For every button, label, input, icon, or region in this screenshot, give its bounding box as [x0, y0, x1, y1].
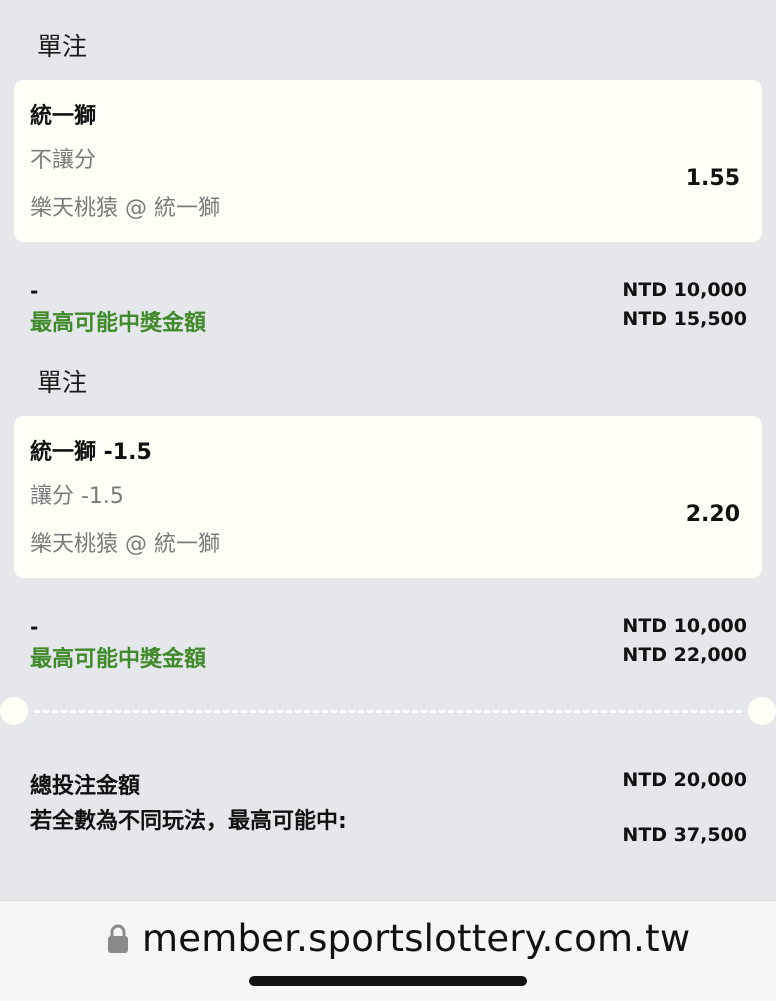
bet-selection-team: 統一獅 — [30, 104, 97, 129]
max-win-label: 最高可能中獎金額 — [30, 647, 207, 672]
ticket-notch-left — [0, 697, 28, 725]
max-possible-win-amount: NTD 37,500 — [622, 824, 747, 846]
bet-market: 不讓分 — [30, 148, 97, 173]
dashed-separator — [34, 710, 742, 713]
max-win-amount: NTD 22,000 — [622, 644, 747, 666]
bet-selection-team: 統一獅 -1.5 — [30, 440, 152, 465]
bet-match: 樂天桃猿 @ 統一獅 — [30, 196, 220, 221]
bet-card[interactable]: 統一獅 不讓分 樂天桃猿 @ 統一獅 1.55 — [14, 80, 762, 242]
bet-market: 讓分 -1.5 — [30, 484, 124, 509]
bet-stake-row: - 最高可能中獎金額 NTD 10,000 NTD 15,500 — [0, 279, 776, 339]
bet-odds: 2.20 — [685, 502, 740, 527]
bet-odds: 1.55 — [685, 166, 740, 191]
url-text[interactable]: member.sportslottery.com.tw — [142, 917, 690, 960]
stake-placeholder: - — [30, 279, 39, 303]
bet-match: 樂天桃猿 @ 統一獅 — [30, 532, 220, 557]
section-title-single-bet: 單注 — [37, 368, 88, 397]
total-stake-label: 總投注金額 — [30, 774, 141, 799]
lock-icon — [108, 924, 128, 953]
ticket-notch-right — [748, 697, 776, 725]
max-possible-win-label: 若全數為不同玩法，最高可能中: — [30, 809, 347, 834]
home-indicator[interactable] — [249, 976, 527, 986]
section-title-single-bet: 單注 — [37, 32, 88, 61]
stake-amount[interactable]: NTD 10,000 — [622, 279, 747, 301]
ticket-divider — [0, 696, 776, 726]
total-stake-amount: NTD 20,000 — [622, 769, 747, 791]
bet-card[interactable]: 統一獅 -1.5 讓分 -1.5 樂天桃猿 @ 統一獅 2.20 — [14, 416, 762, 578]
stake-amount[interactable]: NTD 10,000 — [622, 615, 747, 637]
max-win-label: 最高可能中獎金額 — [30, 311, 207, 336]
max-win-amount: NTD 15,500 — [622, 308, 747, 330]
bet-stake-row: - 最高可能中獎金額 NTD 10,000 NTD 22,000 — [0, 615, 776, 675]
stake-placeholder: - — [30, 615, 39, 639]
